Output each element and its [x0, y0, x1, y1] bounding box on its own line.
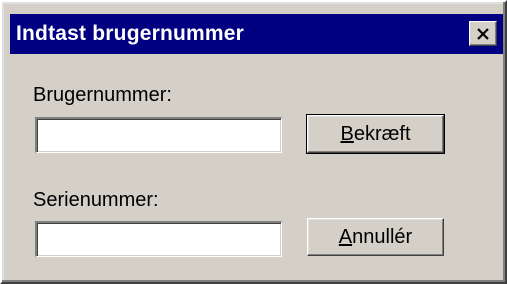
user-number-label: Brugernummer: — [33, 84, 172, 106]
serial-number-input[interactable] — [35, 221, 282, 257]
serial-number-label: Serienummer: — [33, 189, 159, 211]
dialog-title: Indtast brugernummer — [16, 22, 245, 45]
title-bar: Indtast brugernummer — [10, 14, 503, 54]
cancel-mnemonic: A — [338, 225, 353, 248]
cancel-button[interactable]: Annullér — [307, 218, 444, 256]
confirm-button[interactable]: Bekræft — [306, 114, 445, 154]
close-button[interactable] — [469, 21, 497, 46]
user-number-input[interactable] — [35, 117, 282, 153]
close-icon — [477, 27, 489, 40]
dialog-window: Indtast brugernummer Brugernummer: Bekræ… — [0, 0, 507, 284]
cancel-label: nnullér — [352, 225, 413, 248]
confirm-mnemonic: B — [340, 122, 354, 145]
confirm-label: ekræft — [353, 122, 411, 145]
